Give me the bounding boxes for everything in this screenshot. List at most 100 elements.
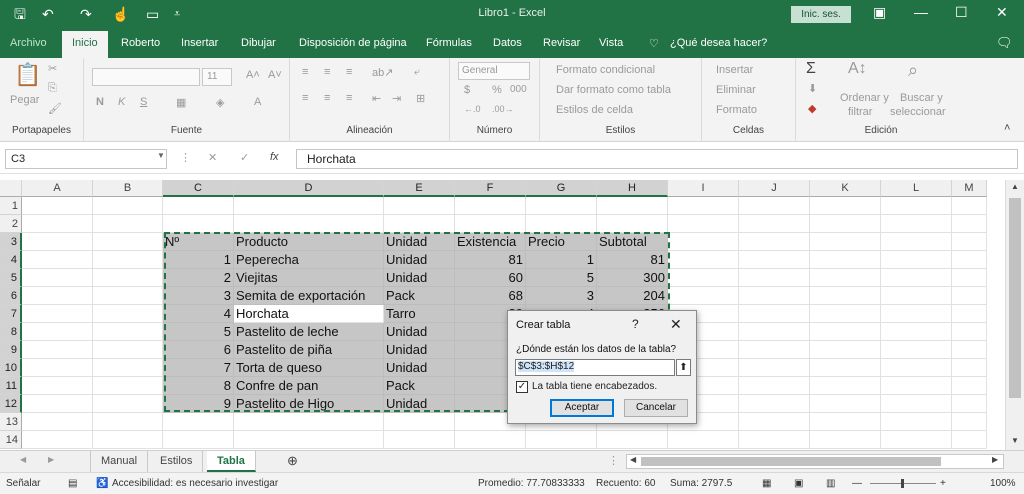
cell[interactable]: Viejitas [234,269,384,287]
column-header[interactable]: G [526,180,597,197]
close-window-icon[interactable]: ✕ [996,4,1008,21]
cell[interactable]: Subtotal [597,233,668,251]
collapse-ribbon-icon[interactable]: ˄ [1004,122,1010,134]
tab-formulas[interactable]: Fórmulas [426,37,472,49]
next-sheet-icon[interactable]: ▶ [48,455,54,464]
sort-filter-label[interactable]: Ordenar y [840,92,889,104]
number-format-select[interactable]: General [458,62,530,80]
prev-sheet-icon[interactable]: ◀ [20,455,26,464]
cell[interactable] [22,251,93,269]
cell[interactable] [22,377,93,395]
cell[interactable] [668,197,739,215]
cell[interactable] [739,251,810,269]
cell[interactable] [668,287,739,305]
cell[interactable] [93,377,163,395]
tab-revisar[interactable]: Revisar [543,37,580,49]
cell[interactable]: Unidad [384,251,455,269]
cell[interactable] [881,341,952,359]
scroll-left-icon[interactable]: ◀ [630,455,636,464]
signin-button[interactable]: Inic. ses. [791,6,851,23]
cell[interactable]: Torta de queso [234,359,384,377]
paste-icon[interactable]: 📋 [14,62,41,88]
cell[interactable] [22,323,93,341]
cell[interactable] [668,431,739,449]
cell[interactable] [93,359,163,377]
cell[interactable]: Unidad [384,341,455,359]
align-bottom-icon[interactable]: ≡ [346,66,352,78]
h-scroll-thumb[interactable] [641,457,941,466]
cell[interactable] [952,413,987,431]
grow-font-icon[interactable]: A˄ [246,69,260,81]
cell[interactable] [739,377,810,395]
confirm-entry-icon[interactable]: ✓ [240,151,249,164]
cell[interactable] [22,395,93,413]
cell[interactable] [22,359,93,377]
zoom-in-icon[interactable]: + [940,478,946,489]
cell[interactable] [93,287,163,305]
cell[interactable] [668,269,739,287]
row-header[interactable]: 7 [0,305,22,323]
cell[interactable] [668,233,739,251]
cell[interactable] [739,413,810,431]
cell[interactable] [22,233,93,251]
row-header[interactable]: 14 [0,431,22,449]
row-header[interactable]: 5 [0,269,22,287]
copy-icon[interactable]: ⎘ [48,82,57,95]
currency-button[interactable]: $ [464,84,470,96]
cell[interactable] [952,359,987,377]
cell[interactable] [597,197,668,215]
cell[interactable] [881,323,952,341]
cell[interactable]: Horchata [234,305,384,323]
scroll-down-icon[interactable]: ▼ [1011,436,1019,445]
cell[interactable]: Unidad [384,323,455,341]
cell[interactable] [739,323,810,341]
font-family-select[interactable] [92,68,200,86]
cell-styles-button[interactable]: Estilos de celda [556,104,633,116]
cell[interactable] [597,431,668,449]
cell[interactable] [952,215,987,233]
cell[interactable] [22,269,93,287]
cell[interactable]: Peperecha [234,251,384,269]
name-box-dropdown-icon[interactable]: ▼ [157,151,165,160]
cell[interactable] [93,395,163,413]
zoom-level[interactable]: 100% [990,478,1016,489]
find-select-label-2[interactable]: seleccionar [890,106,946,118]
cell[interactable] [881,377,952,395]
cell[interactable] [93,233,163,251]
cell[interactable] [739,269,810,287]
tab-datos[interactable]: Datos [493,37,522,49]
cell[interactable] [234,197,384,215]
normal-view-icon[interactable]: ▦ [762,478,771,489]
cell[interactable] [526,215,597,233]
cell[interactable] [881,287,952,305]
column-header[interactable]: I [668,180,739,197]
borders-icon[interactable]: ▦ [176,96,186,109]
accessibility-status[interactable]: Accesibilidad: es necesario investigar [112,478,278,489]
cell[interactable] [739,305,810,323]
cell[interactable] [739,359,810,377]
cell[interactable]: 8 [163,377,234,395]
new-sheet-icon[interactable]: ⊕ [287,453,298,469]
cell[interactable] [881,359,952,377]
cell[interactable] [597,215,668,233]
cell[interactable] [22,431,93,449]
zoom-slider-thumb[interactable] [901,479,904,488]
cell[interactable] [810,287,881,305]
format-as-table-button[interactable]: Dar formato como tabla [556,84,671,96]
column-header[interactable]: L [881,180,952,197]
cell[interactable]: 9 [163,395,234,413]
align-left-icon[interactable]: ≡ [302,92,308,104]
has-headers-checkbox[interactable]: ✓ [516,381,528,393]
column-header[interactable]: B [93,180,163,197]
comments-icon[interactable]: 🗨 [996,35,1013,51]
cell[interactable] [810,251,881,269]
scroll-right-icon[interactable]: ▶ [992,455,998,464]
cell[interactable] [93,413,163,431]
cell[interactable] [952,395,987,413]
align-top-icon[interactable]: ≡ [302,66,308,78]
cell[interactable] [93,323,163,341]
cell[interactable]: 204 [597,287,668,305]
cell[interactable] [810,269,881,287]
table-range-input[interactable]: $C$3:$H$12 [515,359,675,376]
cell[interactable] [952,197,987,215]
